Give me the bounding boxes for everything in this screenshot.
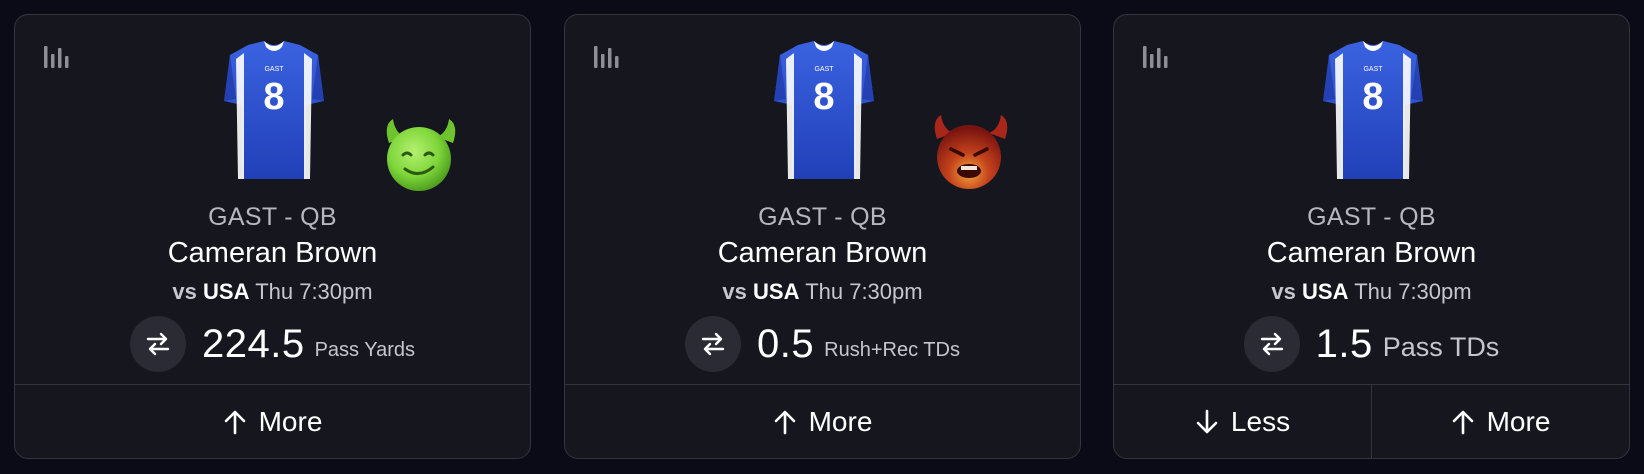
stats-bars-icon[interactable] (1142, 43, 1170, 71)
stat-type: Pass TDs (1382, 331, 1500, 362)
arrow-down-icon (1196, 409, 1218, 433)
vs-label: vs (1271, 279, 1296, 304)
jersey-image: GAST 8 (224, 41, 324, 179)
jersey-image: GAST 8 (1323, 41, 1423, 179)
player-card: GAST 8 GAST - QB Cameran Brown vs USA Th… (14, 14, 531, 459)
player-card: GAST 8 GAST - QB Cameran Brown vs USA Th… (564, 14, 1081, 459)
pick-buttons: More (565, 384, 1080, 458)
smiling-devil-emoji (386, 119, 456, 191)
stats-bars-icon[interactable] (593, 43, 621, 71)
jersey-number: 8 (263, 76, 284, 118)
player-card-row: GAST 8 GAST - QB Cameran Brown vs USA Th… (0, 0, 1644, 474)
swap-stat-button[interactable] (129, 316, 186, 372)
more-label: More (1486, 405, 1551, 437)
line-value: 224.5 (201, 321, 305, 366)
swap-arrows-icon (146, 332, 170, 356)
vs-label: vs (172, 279, 197, 304)
projection-line: 0.5 Rush+Rec TDs (565, 315, 1080, 373)
player-name[interactable]: Cameran Brown (565, 237, 1080, 270)
line-value: 0.5 (757, 321, 815, 366)
swap-arrows-icon (1260, 332, 1283, 356)
pick-buttons: Less More (1114, 384, 1629, 458)
jersey-team-text: GAST (1363, 66, 1383, 73)
more-label: More (808, 405, 873, 437)
game-time: Thu 7:30pm (255, 279, 373, 304)
more-button[interactable]: More (1371, 385, 1629, 458)
player-name[interactable]: Cameran Brown (15, 237, 530, 270)
team-position: GAST - QB (1307, 203, 1436, 231)
matchup: vs USA Thu 7:30pm (15, 279, 530, 305)
jersey-team-text: GAST (814, 66, 834, 73)
opponent-team: USA (753, 279, 800, 304)
jersey-number: 8 (1362, 76, 1383, 118)
swap-stat-button[interactable] (1243, 316, 1300, 372)
game-time: Thu 7:30pm (1354, 279, 1472, 304)
player-name[interactable]: Cameran Brown (1114, 237, 1629, 270)
jersey-image: GAST 8 (774, 41, 874, 179)
arrow-up-icon (224, 410, 245, 434)
stat-type: Pass Yards (314, 338, 416, 361)
arrow-up-icon (774, 410, 795, 434)
swap-arrows-icon (701, 332, 725, 356)
less-button[interactable]: Less (1114, 385, 1371, 458)
jersey-team-text: GAST (264, 66, 284, 73)
opponent-team: USA (1302, 279, 1349, 304)
player-card: GAST 8 GAST - QB Cameran Brown vs USA Th… (1113, 14, 1630, 459)
matchup: vs USA Thu 7:30pm (1114, 279, 1629, 305)
jersey-number: 8 (813, 76, 834, 118)
more-button[interactable]: More (565, 385, 1080, 458)
line-value: 1.5 (1315, 321, 1373, 366)
opponent-team: USA (203, 279, 250, 304)
swap-stat-button[interactable] (685, 316, 742, 372)
stats-bars-icon[interactable] (43, 43, 71, 71)
more-button[interactable]: More (15, 385, 530, 458)
pick-buttons: More (15, 384, 530, 458)
stat-type: Rush+Rec TDs (824, 338, 960, 361)
game-time: Thu 7:30pm (805, 279, 923, 304)
less-label: Less (1230, 405, 1291, 437)
projection-line: 1.5 Pass TDs (1114, 315, 1629, 373)
team-position: GAST - QB (208, 203, 337, 231)
projection-line: 224.5 Pass Yards (15, 315, 530, 373)
arrow-up-icon (1452, 410, 1473, 434)
more-label: More (258, 405, 323, 437)
vs-label: vs (722, 279, 747, 304)
team-position: GAST - QB (758, 203, 887, 231)
matchup: vs USA Thu 7:30pm (565, 279, 1080, 305)
angry-devil-emoji (934, 115, 1008, 189)
